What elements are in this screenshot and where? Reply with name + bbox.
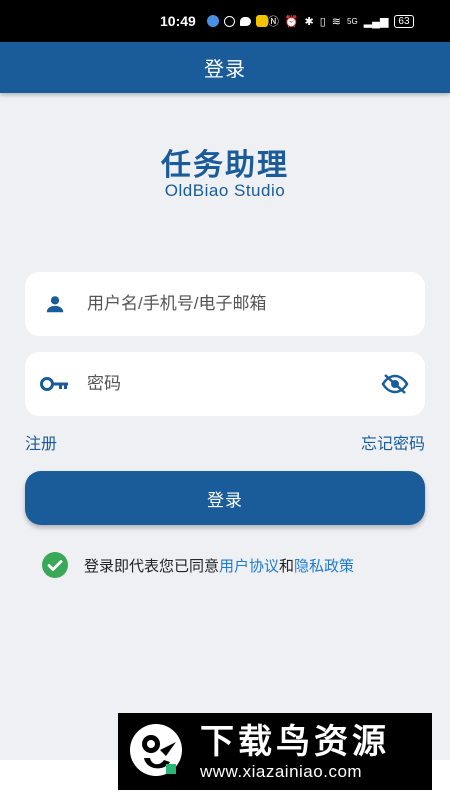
check-circle-icon[interactable] <box>42 552 68 578</box>
notification-icon <box>223 15 235 27</box>
status-left: 10:49 <box>160 13 268 29</box>
register-link[interactable]: 注册 <box>25 430 57 454</box>
user-agreement-link[interactable]: 用户协议 <box>219 555 279 576</box>
username-field[interactable] <box>25 272 425 336</box>
agreement-row: 登录即代表您已同意 用户协议 和 隐私政策 <box>42 552 354 578</box>
status-bar: 10:49 Ⓝ ⏰ ✱ ▯ ≋ 5G ▂▄▆ 63 <box>0 0 450 42</box>
watermark-url: www.xiazainiao.com <box>200 761 363 781</box>
forgot-password-link[interactable]: 忘记密码 <box>361 430 425 454</box>
message-icon <box>239 16 251 26</box>
agreement-connector: 和 <box>279 557 295 575</box>
username-input[interactable] <box>85 283 425 325</box>
key-icon <box>25 375 85 393</box>
status-time: 10:49 <box>160 13 196 29</box>
signal-icon: ▂▄▆ <box>363 15 389 28</box>
watermark-title: 下载鸟资源 <box>200 722 390 761</box>
status-right: Ⓝ ⏰ ✱ ▯ ≋ 5G ▂▄▆ 63 <box>268 13 414 29</box>
watermark-logo-icon <box>126 720 190 784</box>
privacy-policy-link[interactable]: 隐私政策 <box>294 555 354 576</box>
bluetooth-icon: ✱ <box>304 15 314 28</box>
watermark-banner: 下载鸟资源 www.xiazainiao.com <box>118 713 432 790</box>
app-subtitle: OldBiao Studio <box>164 181 286 200</box>
network-label: 5G <box>347 16 358 26</box>
watermark-text: 下载鸟资源 www.xiazainiao.com <box>200 722 390 782</box>
alarm-icon: ⏰ <box>284 15 299 28</box>
battery-indicator: 63 <box>394 14 414 28</box>
password-input[interactable] <box>85 363 365 405</box>
login-button[interactable]: 登录 <box>25 471 425 525</box>
agreement-prefix: 登录即代表您已同意 <box>84 557 220 575</box>
app-bar: 登录 <box>0 42 450 93</box>
person-icon <box>25 293 85 315</box>
vibrate-icon: ▯ <box>319 15 326 28</box>
password-field[interactable] <box>25 352 425 416</box>
notification-icon <box>206 15 219 27</box>
app-bar-title: 登录 <box>204 59 246 81</box>
eye-off-icon[interactable] <box>365 373 425 395</box>
nfc-icon: Ⓝ <box>267 16 279 28</box>
app-notification-icon <box>255 15 268 27</box>
app-title: 任务助理 <box>161 149 289 182</box>
wifi-icon: ≋ <box>331 15 342 28</box>
